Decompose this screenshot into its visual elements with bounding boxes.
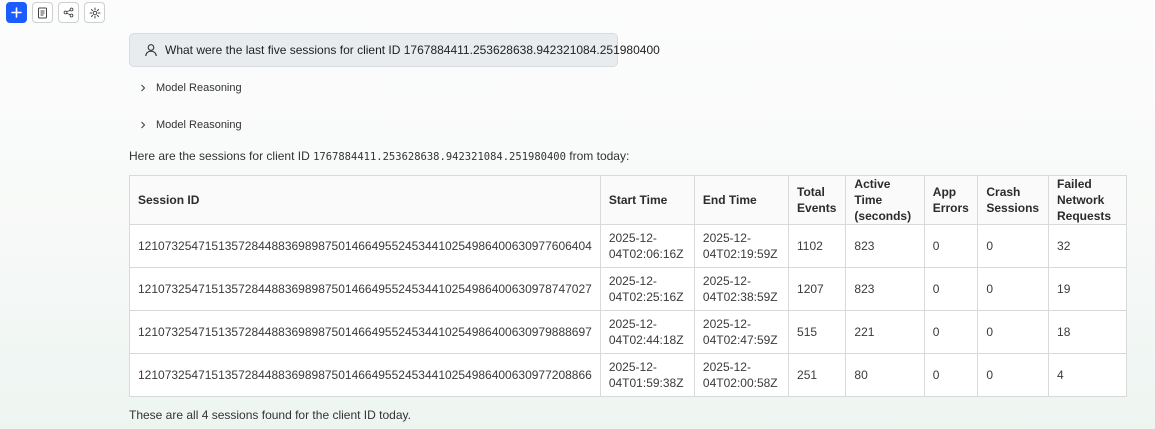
total-events-cell: 515 <box>788 310 847 354</box>
share-icon <box>63 7 74 18</box>
session-id-cell: 1210732547151357284488369898750146649552… <box>129 353 601 397</box>
session-id-cell: 1210732547151357284488369898750146649552… <box>129 267 601 311</box>
table-row: 1210732547151357284488369898750146649552… <box>129 224 1127 268</box>
table-header-row: Session ID Start Time End Time Total Eve… <box>129 175 1127 225</box>
table-row: 1210732547151357284488369898750146649552… <box>129 353 1127 397</box>
failed-requests-cell: 18 <box>1048 310 1127 354</box>
gear-icon <box>89 7 100 18</box>
column-header: Active Time (seconds) <box>845 175 925 225</box>
active-time-cell: 80 <box>845 353 925 397</box>
model-reasoning-label: Model Reasoning <box>156 119 242 131</box>
settings-button[interactable] <box>84 2 105 23</box>
user-icon <box>144 43 158 57</box>
plus-icon <box>11 7 22 18</box>
column-header: Session ID <box>129 175 601 225</box>
active-time-cell: 823 <box>845 224 925 268</box>
end-time-cell: 2025-12-04T02:00:58Z <box>693 353 790 397</box>
model-reasoning-toggle-1[interactable]: Model Reasoning <box>139 82 242 94</box>
total-events-cell: 251 <box>788 353 847 397</box>
crash-sessions-cell: 0 <box>977 267 1050 311</box>
response-outro: These are all 4 sessions found for the c… <box>129 408 411 422</box>
failed-requests-cell: 32 <box>1048 224 1127 268</box>
intro-client-id: 1767884411.253628638.942321084.251980400 <box>313 151 566 163</box>
app-errors-cell: 0 <box>923 267 979 311</box>
start-time-cell: 2025-12-04T02:44:18Z <box>599 310 695 354</box>
intro-prefix: Here are the sessions for client ID <box>129 149 314 163</box>
app-errors-cell: 0 <box>923 310 979 354</box>
crash-sessions-cell: 0 <box>977 224 1050 268</box>
column-header: Total Events <box>788 175 847 225</box>
user-message: What were the last five sessions for cli… <box>129 33 660 67</box>
response-intro: Here are the sessions for client ID 1767… <box>129 149 629 163</box>
app-errors-cell: 0 <box>923 224 979 268</box>
intro-suffix: from today: <box>565 149 630 163</box>
end-time-cell: 2025-12-04T02:47:59Z <box>693 310 790 354</box>
model-reasoning-label: Model Reasoning <box>156 82 242 94</box>
end-time-cell: 2025-12-04T02:38:59Z <box>693 267 790 311</box>
crash-sessions-cell: 0 <box>977 310 1050 354</box>
failed-requests-cell: 4 <box>1048 353 1127 397</box>
crash-sessions-cell: 0 <box>977 353 1050 397</box>
table-row: 1210732547151357284488369898750146649552… <box>129 310 1127 354</box>
column-header: Failed Network Requests <box>1048 175 1127 225</box>
session-id-cell: 1210732547151357284488369898750146649552… <box>129 224 601 268</box>
start-time-cell: 2025-12-04T01:59:38Z <box>599 353 695 397</box>
table-row: 1210732547151357284488369898750146649552… <box>129 267 1127 311</box>
column-header: End Time <box>693 175 790 225</box>
start-time-cell: 2025-12-04T02:06:16Z <box>599 224 695 268</box>
app-errors-cell: 0 <box>923 353 979 397</box>
column-header: App Errors <box>923 175 979 225</box>
toolbar <box>6 2 105 23</box>
sessions-table: Session ID Start Time End Time Total Eve… <box>129 175 1127 397</box>
share-button[interactable] <box>58 2 79 23</box>
failed-requests-cell: 19 <box>1048 267 1127 311</box>
model-reasoning-toggle-2[interactable]: Model Reasoning <box>139 119 242 131</box>
total-events-cell: 1102 <box>788 224 847 268</box>
new-chat-button[interactable] <box>6 2 27 23</box>
document-icon <box>38 7 47 18</box>
chevron-right-icon <box>139 84 147 92</box>
active-time-cell: 823 <box>845 267 925 311</box>
end-time-cell: 2025-12-04T02:19:59Z <box>693 224 790 268</box>
user-question-text: What were the last five sessions for cli… <box>165 43 660 57</box>
active-time-cell: 221 <box>845 310 925 354</box>
start-time-cell: 2025-12-04T02:25:16Z <box>599 267 695 311</box>
total-events-cell: 1207 <box>788 267 847 311</box>
session-id-cell: 1210732547151357284488369898750146649552… <box>129 310 601 354</box>
column-header: Start Time <box>599 175 695 225</box>
document-button[interactable] <box>32 2 53 23</box>
column-header: Crash Sessions <box>977 175 1050 225</box>
chevron-right-icon <box>139 121 147 129</box>
